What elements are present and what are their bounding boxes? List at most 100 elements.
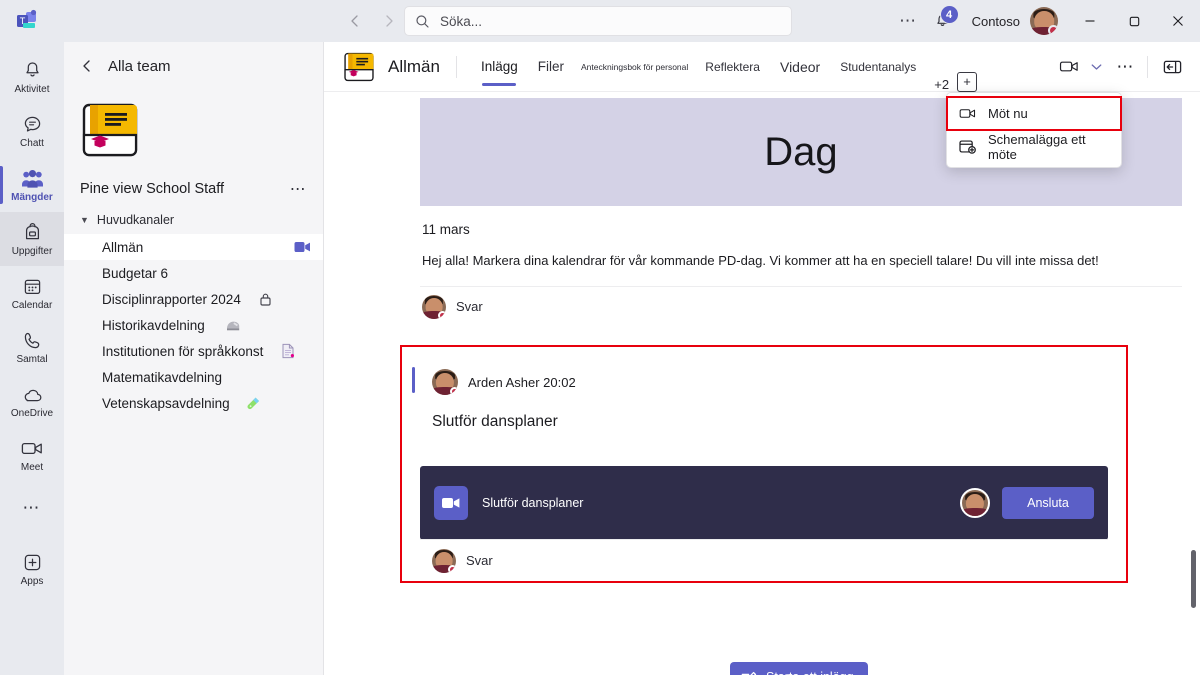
- add-tab-button[interactable]: +: [957, 72, 977, 92]
- nav-arrows: [342, 8, 402, 34]
- sidebar-item-mangder[interactable]: Mängder: [0, 158, 64, 212]
- menu-item-schemalagga-ett-mote[interactable]: Schemalägga ett möte: [947, 130, 1121, 163]
- reply-row[interactable]: Svar: [420, 539, 1108, 581]
- phone-icon: [22, 330, 43, 352]
- channel-item-disciplinrapporter-2024[interactable]: Disciplinrapporter 2024: [64, 286, 323, 312]
- channel-item-institutionen-for-sprakkonst[interactable]: Institutionen för språkkonst: [64, 338, 323, 364]
- sidebar-item-calendar[interactable]: Calendar: [0, 266, 64, 320]
- compose-icon: [740, 669, 757, 675]
- close-button[interactable]: [1156, 0, 1200, 42]
- tab-inlagg[interactable]: Inlägg: [471, 42, 528, 92]
- channel-item-matematikavdelning[interactable]: Matematikavdelning: [64, 364, 323, 390]
- avatar: [422, 295, 446, 319]
- post-accent-bar: [412, 367, 415, 393]
- sidebar-item-label: Chatt: [20, 138, 44, 149]
- team-more-icon[interactable]: ⋯: [290, 179, 307, 199]
- notifications-button[interactable]: 4: [928, 8, 958, 34]
- titlebar-more-icon[interactable]: ⋯: [889, 11, 928, 31]
- open-panel-icon[interactable]: [1158, 53, 1186, 81]
- chevron-down-icon[interactable]: [1089, 53, 1105, 81]
- meeting-card[interactable]: Slutför dansplaner Ansluta: [420, 466, 1108, 540]
- channel-item-allman[interactable]: Allmän: [64, 234, 323, 260]
- divider: [456, 56, 457, 78]
- sidebar-item-chatt[interactable]: Chatt: [0, 104, 64, 158]
- calendar-add-icon: [958, 139, 977, 154]
- ellipsis-icon: ⋯: [23, 497, 42, 519]
- video-icon: [294, 241, 311, 253]
- avatar[interactable]: [1030, 7, 1058, 35]
- channel-header-actions: ⋯: [1055, 53, 1187, 81]
- test-tube-icon: [246, 396, 261, 411]
- channel-item-vetenskapsavdelning[interactable]: Vetenskapsavdelning: [64, 390, 323, 416]
- meet-now-button[interactable]: [1055, 53, 1083, 81]
- calendar-icon: [22, 276, 43, 298]
- channel-label: Disciplinrapporter 2024: [102, 292, 241, 307]
- meet-dropdown-menu: Möt nu Schemalägga ett möte: [946, 92, 1122, 168]
- sidebar-item-uppgifter[interactable]: Uppgifter: [0, 212, 64, 266]
- minimize-button[interactable]: [1068, 0, 1112, 42]
- all-teams-back[interactable]: Alla team: [64, 42, 323, 90]
- tab-anteckningsbok-for-personal[interactable]: Anteckningsbok för personal: [574, 42, 695, 92]
- forward-button[interactable]: [376, 8, 402, 34]
- team-row[interactable]: Pine view School Staff ⋯: [64, 172, 323, 206]
- teams-people-icon: [21, 168, 44, 190]
- channel-group-header[interactable]: ▼ Huvudkanaler: [64, 206, 323, 234]
- sidebar-item-more[interactable]: ⋯: [0, 482, 64, 536]
- post-body: Hej alla! Markera dina kalendrar för vår…: [420, 237, 1182, 286]
- app-rail: Aktivitet Chatt Mängder: [0, 42, 64, 675]
- avatar: [960, 488, 990, 518]
- feed-scrollbar[interactable]: [1191, 550, 1196, 608]
- meeting-title: Slutför dansplaner: [482, 496, 583, 510]
- sidebar-item-aktivitet[interactable]: Aktivitet: [0, 50, 64, 104]
- reply-label: Svar: [456, 299, 483, 314]
- start-post-button[interactable]: Starta ett inlägg: [730, 662, 868, 675]
- channel-tabs: Inlägg Filer Anteckningsbok för personal…: [471, 42, 977, 92]
- tab-videor[interactable]: Videor: [770, 42, 830, 92]
- notification-badge: 4: [940, 5, 959, 24]
- channel-item-historikavdelning[interactable]: Historikavdelning: [64, 312, 323, 338]
- sidebar-item-label: Mängder: [11, 192, 53, 203]
- maximize-button[interactable]: [1112, 0, 1156, 42]
- book-team-icon: [80, 102, 140, 158]
- channel-more-icon[interactable]: ⋯: [1111, 57, 1142, 77]
- sidebar-item-label: Uppgifter: [12, 246, 53, 257]
- back-button[interactable]: [342, 8, 368, 34]
- chevron-left-icon: [80, 59, 94, 73]
- team-name: Pine view School Staff: [80, 181, 224, 197]
- sidebar-item-samtal[interactable]: Samtal: [0, 320, 64, 374]
- page-title: Allmän: [388, 57, 440, 77]
- channel-item-budgetar-6[interactable]: Budgetar 6: [64, 260, 323, 286]
- book-team-icon: [342, 52, 376, 82]
- titlebar-right: ⋯ 4 Contoso: [889, 0, 1200, 42]
- divider: [1147, 56, 1148, 78]
- channel-header: Allmän Inlägg Filer Anteckningsbok för p…: [324, 42, 1200, 92]
- channel-label: Allmän: [102, 240, 143, 255]
- more-tabs-count[interactable]: +2: [934, 77, 949, 92]
- chevron-down-icon: ▼: [80, 215, 89, 225]
- tab-filer[interactable]: Filer: [528, 42, 574, 92]
- tab-reflektera[interactable]: Reflektera: [695, 42, 770, 92]
- join-meeting-button[interactable]: Ansluta: [1002, 487, 1094, 519]
- document-icon: [281, 343, 295, 359]
- presence-badge: [448, 565, 456, 573]
- reply-row[interactable]: Svar: [420, 286, 1182, 326]
- sidebar-item-label: Apps: [21, 576, 44, 587]
- highlighted-post: Arden Asher 20:02 Slutför dansplaner Slu…: [400, 345, 1128, 583]
- menu-item-label: Schemalägga ett möte: [988, 132, 1110, 162]
- channel-label: Matematikavdelning: [102, 370, 222, 385]
- sidebar-item-apps[interactable]: Apps: [0, 542, 64, 596]
- channel-label: Historikavdelning: [102, 318, 205, 333]
- menu-item-mot-nu[interactable]: Möt nu: [947, 97, 1121, 130]
- sidebar-item-meet[interactable]: Meet: [0, 428, 64, 482]
- avatar: [432, 549, 456, 573]
- tab-label: Inlägg: [481, 59, 518, 74]
- presence-badge: [438, 311, 446, 319]
- post-date: 11 mars: [420, 206, 1182, 237]
- search-input[interactable]: Söka...: [404, 6, 792, 36]
- channel-label: Vetenskapsavdelning: [102, 396, 230, 411]
- tab-studentanalys[interactable]: Studentanalys: [830, 42, 926, 92]
- sidebar-item-onedrive[interactable]: OneDrive: [0, 374, 64, 428]
- teams-logo-icon: T: [14, 8, 40, 34]
- video-camera-icon: [958, 107, 977, 120]
- backpack-icon: [22, 222, 43, 244]
